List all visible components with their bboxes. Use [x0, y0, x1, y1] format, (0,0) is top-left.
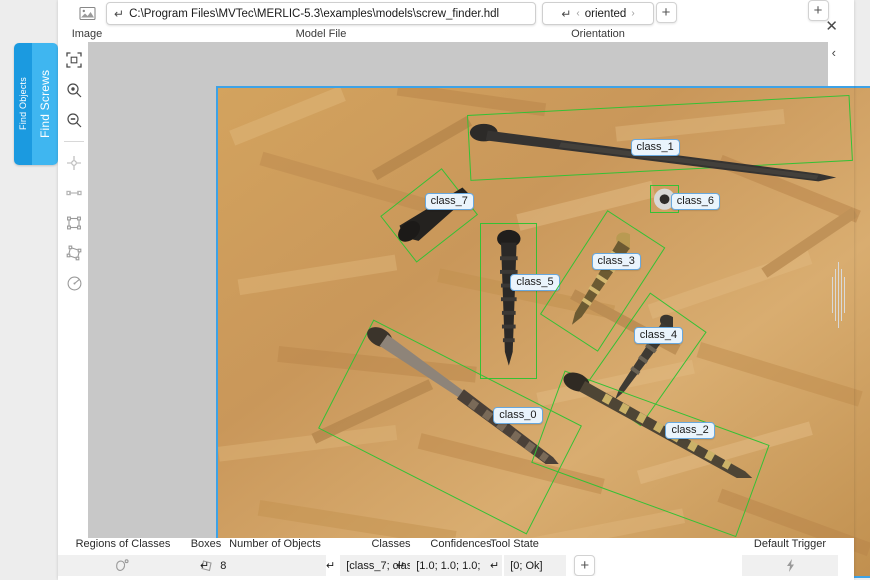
status-regions-of-classes: Regions of Classes: [58, 538, 188, 576]
fit-to-window-icon[interactable]: [64, 50, 84, 70]
number-of-objects-value: 8: [214, 555, 327, 576]
result-arrow-icon: ↵: [326, 560, 336, 572]
chevron-left-icon[interactable]: ‹: [576, 8, 579, 19]
status-default-trigger: Default Trigger: [742, 538, 838, 576]
screw-object: [397, 187, 470, 242]
image-caption: Image: [71, 28, 103, 40]
result-arrow-icon: ↵: [396, 560, 406, 572]
return-arrow-icon: ↵: [114, 6, 125, 21]
add-result-label: +: [580, 557, 590, 574]
chevron-right-icon[interactable]: ›: [631, 8, 634, 19]
model-file-group: ↵ C:\Program Files\MVTec\MERLIC-5.3\exam…: [106, 0, 536, 40]
detection-label[interactable]: class_2: [665, 421, 715, 439]
add-result-button[interactable]: +: [574, 555, 596, 576]
orientation-value: oriented: [584, 7, 627, 20]
point-tool-icon[interactable]: [64, 153, 84, 173]
lightning-bolt-icon: [786, 559, 794, 572]
add-tool-label: +: [813, 2, 823, 19]
result-status-bar: Regions of Classes Boxes Number of Objec…: [58, 538, 854, 580]
zoom-out-icon[interactable]: [64, 110, 84, 130]
tab-find-objects[interactable]: Find Objects: [14, 43, 32, 165]
picture-icon: [74, 1, 100, 25]
result-arrow-icon: ↵: [200, 560, 210, 572]
add-parameter-button[interactable]: +: [655, 2, 677, 23]
panel-resize-handle[interactable]: [832, 262, 848, 328]
toolbar-divider: [64, 141, 84, 142]
detection-label[interactable]: class_5: [510, 274, 560, 292]
detection-label[interactable]: class_4: [633, 327, 684, 345]
merlic-tool-window: Find Objects Find Screws Image ↵ C:\Prog…: [0, 0, 870, 580]
default-trigger-field[interactable]: [742, 555, 838, 576]
tab-find-screws[interactable]: Find Screws: [32, 43, 58, 165]
detection-label[interactable]: class_7: [424, 192, 474, 210]
detection-label[interactable]: class_0: [493, 406, 543, 424]
circle-tool-icon[interactable]: [64, 273, 84, 293]
tool-tabs: Find Objects Find Screws: [14, 43, 58, 165]
status-caption: Regions of Classes: [75, 538, 171, 550]
regions-of-classes-field[interactable]: [58, 555, 186, 576]
tool-state-value-row[interactable]: ↵ [0; Ok] +: [490, 555, 620, 576]
confidences-value: [1.0; 1.0; 1.0;: [410, 555, 503, 576]
detection-label[interactable]: class_3: [591, 252, 641, 270]
return-arrow-icon: ↵: [561, 6, 572, 21]
close-icon[interactable]: ✕: [825, 17, 838, 35]
model-file-field[interactable]: ↵ C:\Program Files\MVTec\MERLIC-5.3\exam…: [106, 2, 536, 25]
detection-label[interactable]: class_6: [670, 192, 721, 210]
image-canvas[interactable]: class_1 class_6 class_7 class_5 class_3 …: [88, 42, 870, 578]
result-arrow-icon: ↵: [490, 560, 500, 572]
rectangle-tool-icon[interactable]: [64, 213, 84, 233]
status-caption: Tool State: [490, 538, 539, 550]
orientation-field[interactable]: ↵ ‹ oriented ›: [542, 2, 654, 25]
detection-label[interactable]: class_1: [630, 139, 680, 157]
tab-find-screws-label: Find Screws: [38, 69, 52, 139]
add-parameter-label: +: [661, 4, 671, 21]
tool-state-value: [0; Ok]: [504, 555, 567, 576]
tab-find-objects-label: Find Objects: [18, 77, 28, 131]
orientation-caption: Orientation: [571, 28, 625, 40]
collapse-panel-icon[interactable]: ‹: [832, 45, 836, 60]
image-input-group: Image: [64, 0, 110, 40]
add-parameter-group: +: [652, 0, 680, 23]
status-tool-state: Tool State ↵ [0; Ok] +: [490, 538, 620, 576]
orientation-group: ↵ ‹ oriented › Orientation: [542, 0, 654, 40]
detection-image[interactable]: class_1 class_6 class_7 class_5 class_3 …: [216, 86, 870, 578]
parameter-header: Image ↵ C:\Program Files\MVTec\MERLIC-5.…: [58, 0, 854, 60]
model-file-caption: Model File: [295, 28, 347, 40]
region-shape-icon: [116, 558, 129, 571]
zoom-in-icon[interactable]: [64, 80, 84, 100]
line-tool-icon[interactable]: [64, 183, 84, 203]
model-file-value: C:\Program Files\MVTec\MERLIC-5.3\exampl…: [129, 7, 500, 20]
canvas-toolbar: [60, 44, 88, 536]
rotated-rectangle-tool-icon[interactable]: [64, 243, 84, 263]
status-caption: Default Trigger: [753, 538, 827, 550]
